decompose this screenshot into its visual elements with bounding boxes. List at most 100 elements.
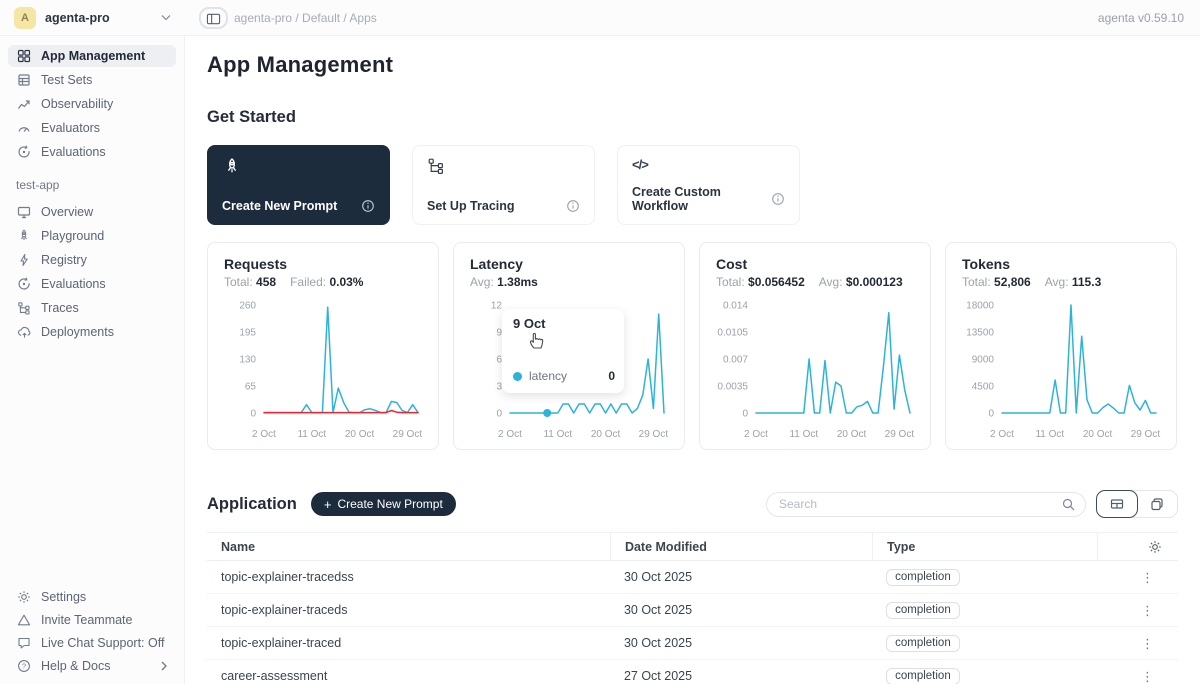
- set-up-tracing-card[interactable]: Set Up Tracing: [412, 145, 595, 225]
- sidebar-item-test-sets[interactable]: Test Sets: [8, 69, 176, 91]
- sidebar-item-settings[interactable]: Settings: [8, 586, 176, 608]
- get-started-cards: Create New Prompt Set Up Tracing </> Cre…: [207, 145, 1178, 225]
- create-custom-workflow-card[interactable]: </> Create Custom Workflow: [617, 145, 800, 225]
- refresh-circle-icon: [17, 277, 31, 291]
- sidebar-item-app-management[interactable]: App Management: [8, 45, 176, 67]
- svg-text:20 Oct: 20 Oct: [591, 429, 621, 440]
- card-label: Create New Prompt: [222, 199, 337, 213]
- table-row[interactable]: topic-explainer-traceds 30 Oct 2025 comp…: [207, 594, 1178, 627]
- table-row[interactable]: career-assessment 27 Oct 2025 completion…: [207, 660, 1178, 684]
- column-header-type[interactable]: Type: [872, 533, 1097, 560]
- chart-stats: Total: $0.056452Avg: $0.000123: [716, 275, 914, 289]
- page-title: App Management: [207, 52, 1178, 78]
- chart-stat: Total: $0.056452: [716, 275, 805, 289]
- kebab-menu-icon[interactable]: ⋮: [1137, 635, 1158, 652]
- sidebar-item-evaluators[interactable]: Evaluators: [8, 117, 176, 139]
- sidebar-item-live-chat-support[interactable]: Live Chat Support: Off: [8, 632, 176, 654]
- table-row[interactable]: topic-explainer-tracedss 30 Oct 2025 com…: [207, 561, 1178, 594]
- lightning-icon: [17, 253, 31, 267]
- info-icon[interactable]: [566, 199, 580, 213]
- chart-stat: Failed: 0.03%: [290, 275, 363, 289]
- rocket-icon: [17, 229, 31, 243]
- row-name[interactable]: topic-explainer-tracedss: [207, 570, 610, 584]
- kebab-menu-icon[interactable]: ⋮: [1137, 569, 1158, 586]
- chart-area[interactable]: 18000135009000450002 Oct11 Oct20 Oct29 O…: [962, 295, 1160, 446]
- view-toggle: [1096, 490, 1178, 518]
- svg-text:2 Oct: 2 Oct: [498, 429, 522, 440]
- create-new-prompt-card[interactable]: Create New Prompt: [207, 145, 390, 225]
- svg-text:20 Oct: 20 Oct: [1083, 429, 1113, 440]
- chart-area[interactable]: 0.0140.01050.0070.003502 Oct11 Oct20 Oct…: [716, 295, 914, 446]
- chart-tooltip: 9 Oct latency 0: [502, 309, 624, 393]
- row-name[interactable]: career-assessment: [207, 669, 610, 683]
- card-label: Set Up Tracing: [427, 199, 515, 213]
- chart-plot: 2601951306502 Oct11 Oct20 Oct29 Oct: [224, 295, 424, 441]
- sidebar-item-evaluations[interactable]: Evaluations: [8, 141, 176, 163]
- tooltip-value: 0: [608, 369, 615, 383]
- sidebar-item-label: Evaluators: [41, 121, 100, 135]
- main-content: App Management Get Started Create New Pr…: [185, 36, 1200, 684]
- column-settings-gear-icon[interactable]: [1148, 540, 1162, 554]
- gauge-icon: [17, 121, 31, 135]
- sidebar-item-deployments[interactable]: Deployments: [8, 321, 176, 343]
- sidebar-item-registry[interactable]: Registry: [8, 249, 176, 271]
- svg-text:0: 0: [988, 409, 994, 420]
- type-badge: completion: [886, 668, 960, 684]
- svg-text:11 Oct: 11 Oct: [543, 429, 572, 440]
- cloud-upload-icon: [17, 325, 31, 339]
- chart-area[interactable]: 2601951306502 Oct11 Oct20 Oct29 Oct: [224, 295, 422, 446]
- sidebar-item-label: Help & Docs: [41, 659, 110, 673]
- row-name[interactable]: topic-explainer-traced: [207, 636, 610, 650]
- svg-text:29 Oct: 29 Oct: [1131, 429, 1161, 440]
- type-badge: completion: [886, 602, 960, 619]
- table-view-button[interactable]: [1096, 490, 1138, 518]
- trend-chart-icon: [17, 97, 31, 111]
- svg-text:11 Oct: 11 Oct: [789, 429, 818, 440]
- sidebar: App Management Test Sets Observability E…: [0, 36, 185, 684]
- sidebar-item-observability[interactable]: Observability: [8, 93, 176, 115]
- rocket-icon: [222, 157, 375, 177]
- svg-text:195: 195: [239, 328, 256, 339]
- app-version: agenta v0.59.10: [1098, 11, 1184, 25]
- card-view-button[interactable]: [1137, 491, 1177, 517]
- svg-text:2 Oct: 2 Oct: [744, 429, 768, 440]
- workspace-avatar: A: [14, 7, 36, 29]
- search-icon[interactable]: [1062, 498, 1075, 511]
- tree-icon: [427, 157, 580, 175]
- chart-stats: Avg: 1.38ms: [470, 275, 668, 289]
- card-label: Create Custom Workflow: [632, 185, 771, 213]
- sidebar-toggle-button[interactable]: [199, 7, 228, 29]
- sidebar-item-help-docs[interactable]: ? Help & Docs: [8, 655, 176, 677]
- sidebar-item-app-evaluations[interactable]: Evaluations: [8, 273, 176, 295]
- table-row[interactable]: topic-explainer-traced 30 Oct 2025 compl…: [207, 627, 1178, 660]
- sidebar-item-invite-teammate[interactable]: Invite Teammate: [8, 609, 176, 631]
- row-date-modified: 27 Oct 2025: [610, 669, 872, 683]
- kebab-menu-icon[interactable]: ⋮: [1137, 668, 1158, 684]
- row-date-modified: 30 Oct 2025: [610, 636, 872, 650]
- type-badge: completion: [886, 569, 960, 586]
- svg-text:0.007: 0.007: [723, 355, 748, 366]
- create-new-prompt-button[interactable]: + Create New Prompt: [311, 492, 456, 516]
- info-icon[interactable]: [771, 192, 785, 206]
- chart-stat: Total: 458: [224, 275, 276, 289]
- sidebar-item-overview[interactable]: Overview: [8, 201, 176, 223]
- panel-left-icon: [206, 12, 221, 26]
- sidebar-item-playground[interactable]: Playground: [8, 225, 176, 247]
- column-header-name[interactable]: Name: [207, 533, 610, 560]
- svg-text:65: 65: [245, 382, 257, 393]
- row-name[interactable]: topic-explainer-traceds: [207, 603, 610, 617]
- chevron-down-icon: [161, 14, 171, 21]
- workspace-selector[interactable]: A agenta-pro: [0, 7, 185, 29]
- tooltip-series-row: latency 0: [513, 369, 615, 383]
- card-view-icon: [1150, 497, 1164, 511]
- application-header-row: Application + Create New Prompt: [207, 490, 1178, 518]
- breadcrumb[interactable]: agenta-pro / Default / Apps: [234, 11, 377, 25]
- kebab-menu-icon[interactable]: ⋮: [1137, 602, 1158, 619]
- info-icon[interactable]: [361, 199, 375, 213]
- svg-text:13500: 13500: [966, 328, 994, 339]
- svg-text:260: 260: [239, 301, 256, 312]
- column-header-date-modified[interactable]: Date Modified: [610, 533, 872, 560]
- search-input[interactable]: [766, 492, 1086, 517]
- svg-text:11 Oct: 11 Oct: [297, 429, 326, 440]
- sidebar-item-traces[interactable]: Traces: [8, 297, 176, 319]
